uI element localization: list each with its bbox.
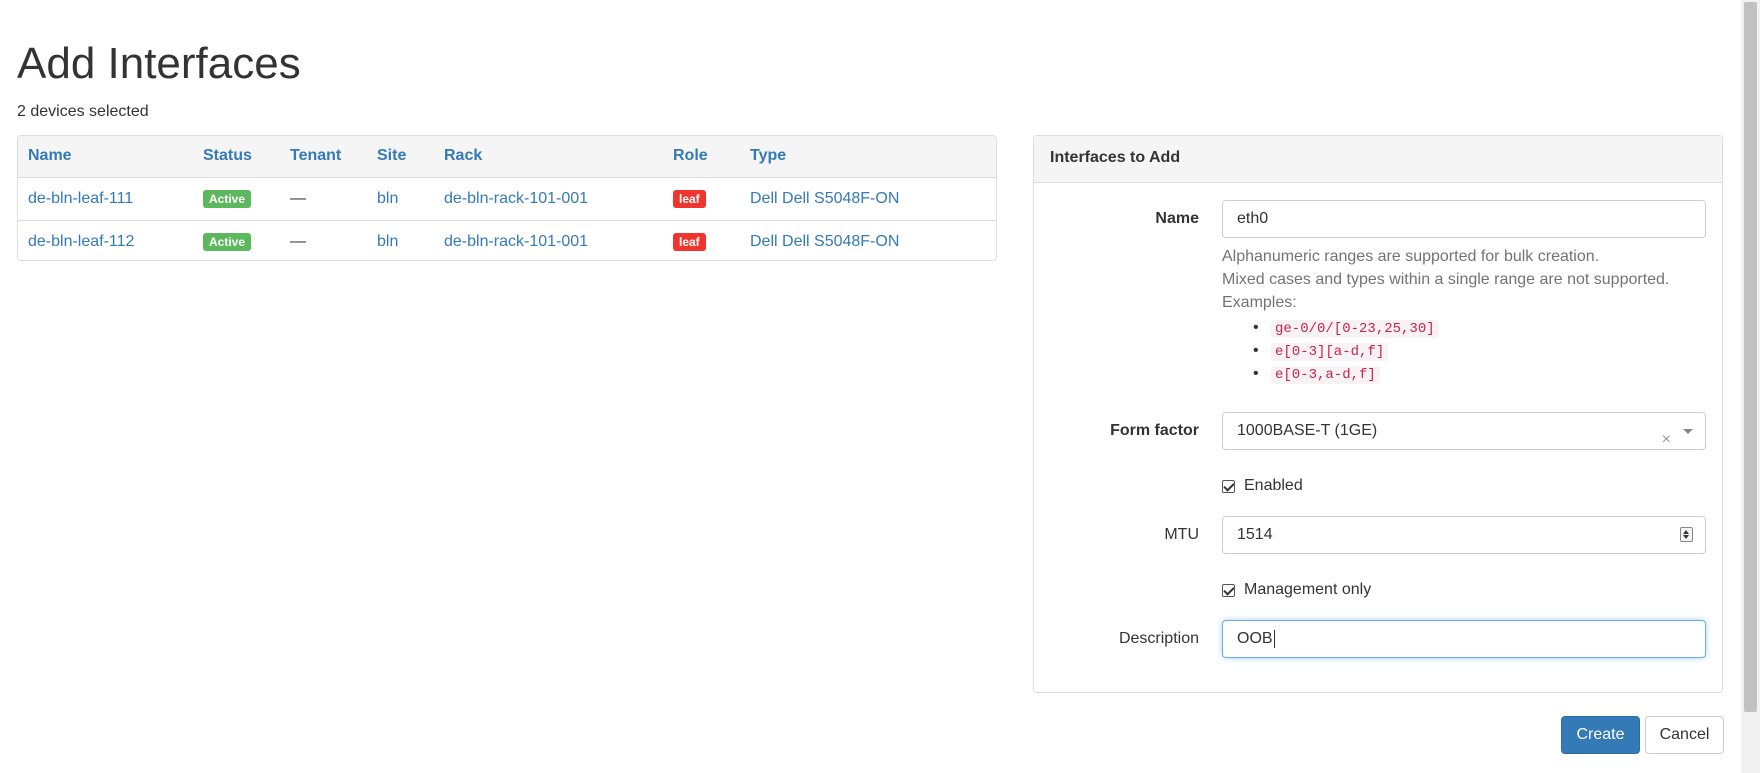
cancel-button[interactable]: Cancel [1645,716,1724,754]
tenant-value: — [290,189,306,207]
column-header-status[interactable]: Status [193,136,280,178]
role-badge: leaf [673,189,706,208]
help-line: Mixed cases and types within a single ra… [1222,271,1670,288]
column-header-rack[interactable]: Rack [434,136,663,178]
list-item: e[0-3,a-d,f] [1253,362,1669,385]
help-line: Alphanumeric ranges are supported for bu… [1222,248,1600,265]
form-panel-heading: Interfaces to Add [1034,136,1722,183]
form-factor-selected-value: 1000BASE-T (1GE) [1237,422,1378,439]
rack-link[interactable]: de-bln-rack-101-001 [444,190,588,207]
create-button[interactable]: Create [1561,716,1640,754]
description-input[interactable]: OOB [1222,620,1706,658]
device-type-link[interactable]: Dell Dell S5048F-ON [750,233,899,250]
text-cursor [1273,629,1275,648]
enabled-label[interactable]: Enabled [1244,477,1303,495]
device-type-link[interactable]: Dell Dell S5048F-ON [750,190,899,207]
tenant-value: — [290,232,306,250]
device-name-link[interactable]: de-bln-leaf-112 [28,233,134,250]
name-label: Name [1155,210,1199,227]
devices-table-panel: Name Status Tenant Site Rack Role Type d… [17,135,997,261]
status-badge: Active [203,232,252,251]
table-row: de-bln-leaf-111 Active — bln de-bln-rack… [18,177,996,221]
description-value: OOB [1237,630,1273,647]
examples-list: ge-0/0/[0-23,25,30] e[0-3][a-d,f] e[0-3,… [1222,316,1669,385]
list-item: ge-0/0/[0-23,25,30] [1253,316,1669,339]
page-scrollbar[interactable] [1741,0,1760,773]
table-header-row: Name Status Tenant Site Rack Role Type [18,136,996,178]
site-link[interactable]: bln [377,190,398,207]
scrollbar-thumb[interactable] [1744,2,1757,712]
devices-table: Name Status Tenant Site Rack Role Type d… [18,136,996,260]
table-row: de-bln-leaf-112 Active — bln de-bln-rack… [18,220,996,260]
example-code: e[0-3][a-d,f] [1271,343,1389,361]
mgmt-only-checkbox-row[interactable]: Management only [1222,581,1371,599]
form-factor-select[interactable]: 1000BASE-T (1GE) × [1222,412,1706,450]
column-header-name[interactable]: Name [18,136,193,178]
rack-link[interactable]: de-bln-rack-101-001 [444,233,588,250]
mgmt-only-label[interactable]: Management only [1244,581,1371,599]
chevron-down-icon[interactable] [1683,429,1693,434]
form-factor-label: Form factor [1110,422,1199,439]
column-header-role[interactable]: Role [663,136,740,178]
site-link[interactable]: bln [377,233,398,250]
page-title: Add Interfaces [17,39,301,88]
column-header-site[interactable]: Site [367,136,434,178]
column-header-tenant[interactable]: Tenant [280,136,367,178]
mtu-label: MTU [1164,526,1199,543]
mtu-value: 1514 [1237,526,1273,543]
devices-selected-count: 2 devices selected [17,103,149,120]
role-badge: leaf [673,232,706,251]
device-name-link[interactable]: de-bln-leaf-111 [28,190,133,207]
mgmt-only-checkbox[interactable] [1222,583,1235,597]
interfaces-form-panel: Interfaces to Add Name eth0 Alphanumeric… [1033,135,1723,693]
column-header-type[interactable]: Type [740,136,996,178]
list-item: e[0-3][a-d,f] [1253,339,1669,362]
clear-selection-icon[interactable]: × [1662,422,1671,458]
status-badge: Active [203,189,252,208]
mtu-input[interactable]: 1514 [1222,516,1706,554]
enabled-checkbox[interactable] [1222,479,1235,493]
help-line: Examples: [1222,294,1297,311]
description-label: Description [1118,630,1199,647]
name-help-text: Alphanumeric ranges are supported for bu… [1222,245,1669,385]
number-spinner-icon[interactable] [1680,527,1693,542]
enabled-checkbox-row[interactable]: Enabled [1222,477,1303,495]
example-code: ge-0/0/[0-23,25,30] [1271,320,1439,338]
example-code: e[0-3,a-d,f] [1271,366,1380,384]
name-input[interactable]: eth0 [1222,200,1706,238]
